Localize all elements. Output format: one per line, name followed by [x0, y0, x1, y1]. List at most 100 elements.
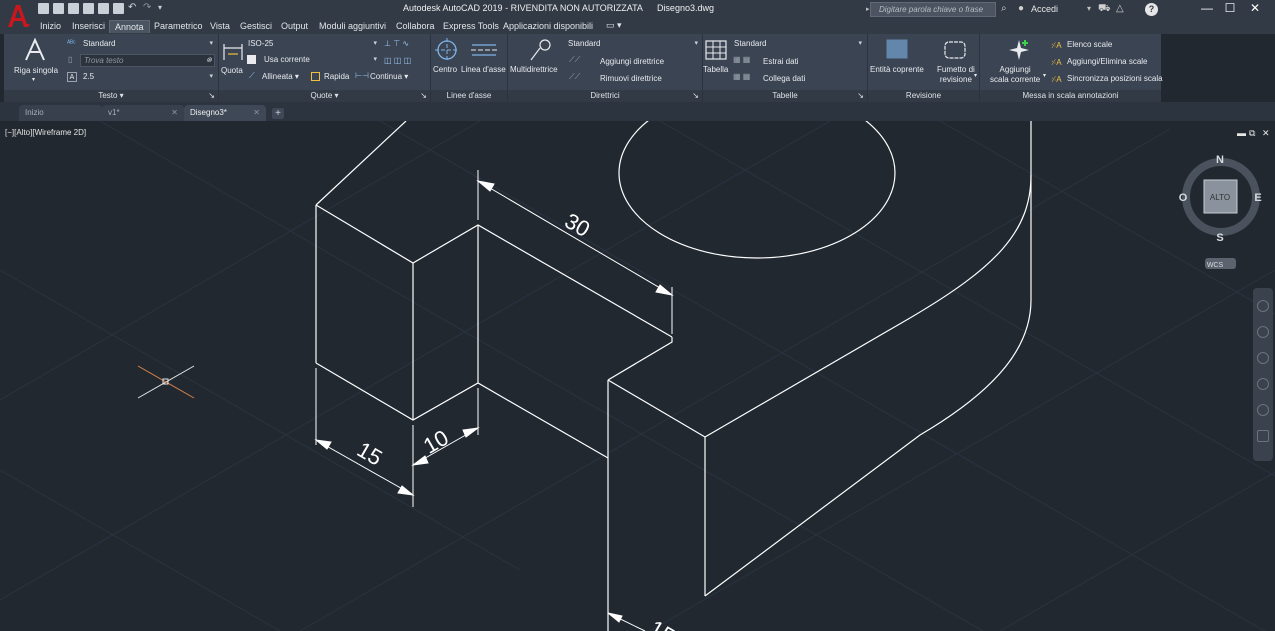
entita-coprente-button[interactable]: Entità coprente	[870, 65, 924, 74]
viewport-close-icon[interactable]: ✕	[1262, 128, 1270, 139]
tab-output[interactable]: Output	[281, 21, 308, 31]
tab-express-tools[interactable]: Express Tools	[443, 21, 499, 31]
compass-w[interactable]: O	[1179, 192, 1188, 204]
doc-tab-inizio[interactable]: Inizio	[19, 105, 102, 121]
sign-in-button[interactable]: Accedi	[1031, 4, 1058, 14]
open-file-icon[interactable]	[53, 3, 64, 14]
rapida-button[interactable]: Rapida	[324, 72, 349, 81]
drawing-viewport[interactable]: 30 10 15 15 ALTO N S E O WCS [−][Alto][W…	[0, 121, 1275, 631]
fumetto-revisione-button[interactable]: Fumetto di revisione	[937, 65, 975, 85]
centro-button[interactable]: Centro	[433, 65, 457, 74]
chevron-down-icon[interactable]: ▾	[1043, 72, 1046, 79]
tab-collabora[interactable]: Collabora	[396, 21, 435, 31]
tab-gestisci[interactable]: Gestisci	[240, 21, 272, 31]
isometric-part[interactable]	[315, 121, 1032, 631]
estrai-dati-button[interactable]: Estrai dati	[763, 57, 799, 66]
viewport-restore-icon[interactable]: ⧉	[1249, 128, 1255, 139]
aggiungi-direttrice-button[interactable]: Aggiungi direttrice	[600, 57, 664, 66]
navbar-menu-icon[interactable]	[1257, 430, 1269, 442]
compass-n[interactable]: N	[1216, 154, 1224, 166]
qat-dropdown-icon[interactable]: ▾	[158, 3, 169, 14]
tab-parametrico[interactable]: Parametrico	[154, 21, 203, 31]
text-height-select[interactable]: 2.5 ▾	[80, 71, 215, 84]
panel-launcher-icon[interactable]: ↘	[208, 90, 215, 102]
undo-icon[interactable]: ↶	[128, 3, 139, 14]
new-file-icon[interactable]	[38, 3, 49, 14]
doc-tab-v1[interactable]: v1* ✕	[102, 105, 184, 121]
dim-layer-select[interactable]: Usa corrente ▾	[261, 54, 379, 67]
cart-icon[interactable]: ⛟	[1098, 3, 1111, 16]
search-expand-icon[interactable]: ▸	[866, 5, 870, 13]
print-icon[interactable]	[113, 3, 124, 14]
zoom-icon[interactable]	[1257, 352, 1269, 364]
redo-icon[interactable]: ↷	[143, 3, 154, 14]
tab-moduli-aggiuntivi[interactable]: Moduli aggiuntivi	[319, 21, 386, 31]
pan-icon[interactable]	[1257, 326, 1269, 338]
steering-wheel-icon[interactable]	[1257, 300, 1269, 312]
drawing-canvas[interactable]: 30 10 15 15 ALTO N S E O WCS	[0, 121, 1275, 631]
navigation-bar[interactable]	[1253, 288, 1273, 461]
autodesk-app-icon[interactable]: △	[1116, 3, 1124, 14]
panel-title-revisione[interactable]: Revisione	[868, 90, 979, 102]
tab-inserisci[interactable]: Inserisci	[72, 21, 105, 31]
panel-title-direttrici[interactable]: Direttrici ↘	[508, 90, 702, 102]
viewport-controls-label[interactable]: [−][Alto][Wireframe 2D]	[5, 128, 86, 137]
dim-tools-2-icon[interactable]: ◫ ◫ ◫	[384, 56, 411, 65]
multidirettrice-button[interactable]: Multidirettrice	[510, 65, 558, 74]
chevron-down-icon[interactable]: ▾	[974, 72, 977, 79]
application-menu-button[interactable]	[4, 2, 32, 30]
tab-inizio[interactable]: Inizio	[40, 21, 61, 31]
chevron-down-icon[interactable]: ▾	[32, 76, 35, 83]
search-input[interactable]: Digitare parola chiave o frase	[870, 2, 996, 17]
compass-e[interactable]: E	[1254, 192, 1261, 204]
aggiungi-elimina-scale-button[interactable]: Aggiungi/Elimina scale	[1067, 57, 1148, 66]
linea-asse-button[interactable]: Linea d'asse	[461, 65, 506, 74]
panel-title-quote[interactable]: Quote ▾ ↘	[219, 90, 430, 102]
close-icon[interactable]: ✕	[171, 108, 178, 117]
user-icon[interactable]: ●	[1018, 3, 1024, 14]
showmotion-icon[interactable]	[1257, 404, 1269, 416]
rimuovi-direttrice-button[interactable]: Rimuovi direttrice	[600, 74, 662, 83]
panel-title-testo[interactable]: Testo ▾ ↘	[4, 90, 218, 102]
dim-style-select[interactable]: ISO-25 ▾	[245, 38, 379, 51]
close-button[interactable]: ✕	[1232, 0, 1275, 19]
close-icon[interactable]: ✕	[253, 108, 260, 117]
panel-launcher-icon[interactable]: ↘	[857, 90, 864, 102]
find-text-input[interactable]: Trova testo ⊗	[80, 54, 215, 67]
panel-launcher-icon[interactable]: ↘	[692, 90, 699, 102]
collega-dati-button[interactable]: Collega dati	[763, 74, 805, 83]
panel-launcher-icon[interactable]: ↘	[420, 90, 427, 102]
table-style-select[interactable]: Standard ▾	[731, 38, 864, 51]
allineata-button[interactable]: Allineata ▾	[262, 72, 299, 81]
panel-title-scala[interactable]: Messa in scala annotazioni	[980, 90, 1161, 102]
leader-style-select[interactable]: Standard ▾	[565, 38, 700, 51]
save-icon[interactable]	[68, 3, 79, 14]
tab-vista[interactable]: Vista	[210, 21, 230, 31]
panel-title-linee-asse[interactable]: Linee d'asse	[431, 90, 507, 102]
ribbon-options-icon[interactable]: ▭ ▾	[606, 20, 622, 31]
dim-tools-icon[interactable]: ⊥ ⊤ ∿	[384, 39, 409, 48]
text-style-select[interactable]: Standard ▾	[80, 38, 215, 51]
panel-title-tabelle[interactable]: Tabelle ↘	[703, 90, 867, 102]
sincronizza-posizioni-button[interactable]: Sincronizza posizioni scala	[1067, 74, 1163, 83]
tabella-button[interactable]: Tabella	[703, 65, 728, 74]
compass-s[interactable]: S	[1216, 232, 1223, 244]
aggiungi-scala-button[interactable]: Aggiungi scala corrente	[990, 65, 1040, 85]
quota-button[interactable]: Quota	[221, 66, 243, 75]
tab-applicazioni-disponibili[interactable]: Applicazioni disponibili	[503, 21, 593, 31]
save-as-icon[interactable]	[83, 3, 94, 14]
viewcube[interactable]: ALTO N S E O WCS	[1179, 154, 1262, 269]
plot-icon[interactable]	[98, 3, 109, 14]
viewport-minimize-icon[interactable]: ▬	[1237, 128, 1246, 138]
search-icon[interactable]: ⊗	[206, 56, 212, 64]
help-icon[interactable]: ?	[1145, 3, 1158, 16]
continua-button[interactable]: Continua ▾	[370, 72, 408, 81]
riga-singola-button[interactable]: Riga singola	[14, 66, 58, 75]
new-tab-icon[interactable]: +	[272, 108, 284, 119]
binoculars-icon[interactable]: ⌕	[1001, 3, 1013, 15]
tab-annota[interactable]: Annota	[109, 20, 150, 33]
chevron-down-icon[interactable]: ▾	[1087, 4, 1091, 13]
doc-tab-disegno3[interactable]: Disegno3* ✕	[184, 105, 266, 121]
elenco-scale-button[interactable]: Elenco scale	[1067, 40, 1112, 49]
orbit-icon[interactable]	[1257, 378, 1269, 390]
